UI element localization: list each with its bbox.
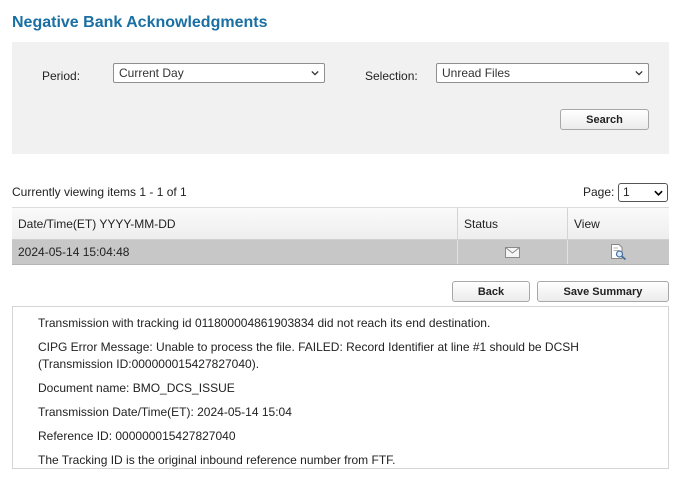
chevron-down-icon xyxy=(311,70,319,76)
page-title: Negative Bank Acknowledgments xyxy=(12,14,268,31)
filter-panel: Period: Current Day Selection: Unread Fi… xyxy=(12,42,669,154)
transmission-details: Transmission with tracking id 0118000048… xyxy=(12,306,669,469)
cipg-transmission-id: (Transmission ID:000000015427827040). xyxy=(38,357,260,371)
cipg-error-message: CIPG Error Message: Unable to process th… xyxy=(38,339,668,373)
chevron-down-icon xyxy=(654,190,663,196)
period-select-value: Current Day xyxy=(119,66,184,80)
tracking-message: Transmission with tracking id 0118000048… xyxy=(38,316,491,330)
table-header: Date/Time(ET) YYYY-MM-DD Status View xyxy=(12,207,669,240)
period-label: Period: xyxy=(42,69,81,83)
selection-select-value: Unread Files xyxy=(442,66,511,80)
row-datetime: 2024-05-14 15:04:48 xyxy=(12,240,458,264)
column-header-view[interactable]: View xyxy=(568,208,669,239)
acknowledgments-table: Date/Time(ET) YYYY-MM-DD Status View 202… xyxy=(12,207,669,265)
page-label: Page: xyxy=(583,185,615,199)
back-button[interactable]: Back xyxy=(452,281,530,302)
reference-id: Reference ID: 000000015427827040 xyxy=(38,429,236,443)
envelope-icon xyxy=(505,246,520,258)
document-name: Document name: BMO_DCS_ISSUE xyxy=(38,381,235,395)
page-select-value: 1 xyxy=(623,185,630,199)
document-magnifier-icon[interactable] xyxy=(610,244,627,260)
status-cell xyxy=(458,240,568,264)
column-header-status[interactable]: Status xyxy=(458,208,568,239)
view-cell xyxy=(568,240,669,264)
tracking-id-note: The Tracking ID is the original inbound … xyxy=(38,453,396,467)
chevron-down-icon xyxy=(635,70,643,76)
search-button[interactable]: Search xyxy=(560,109,649,130)
selection-select[interactable]: Unread Files xyxy=(436,63,649,83)
viewing-status: Currently viewing items 1 - 1 of 1 xyxy=(12,185,187,199)
save-summary-button[interactable]: Save Summary xyxy=(537,281,669,302)
column-header-datetime[interactable]: Date/Time(ET) YYYY-MM-DD xyxy=(12,208,458,239)
transmission-datetime: Transmission Date/Time(ET): 2024-05-14 1… xyxy=(38,405,292,419)
selection-label: Selection: xyxy=(365,69,418,83)
cipg-error-line: CIPG Error Message: Unable to process th… xyxy=(38,340,579,354)
table-row[interactable]: 2024-05-14 15:04:48 xyxy=(12,240,669,265)
page-select[interactable]: 1 xyxy=(618,183,668,202)
period-select[interactable]: Current Day xyxy=(113,63,325,83)
